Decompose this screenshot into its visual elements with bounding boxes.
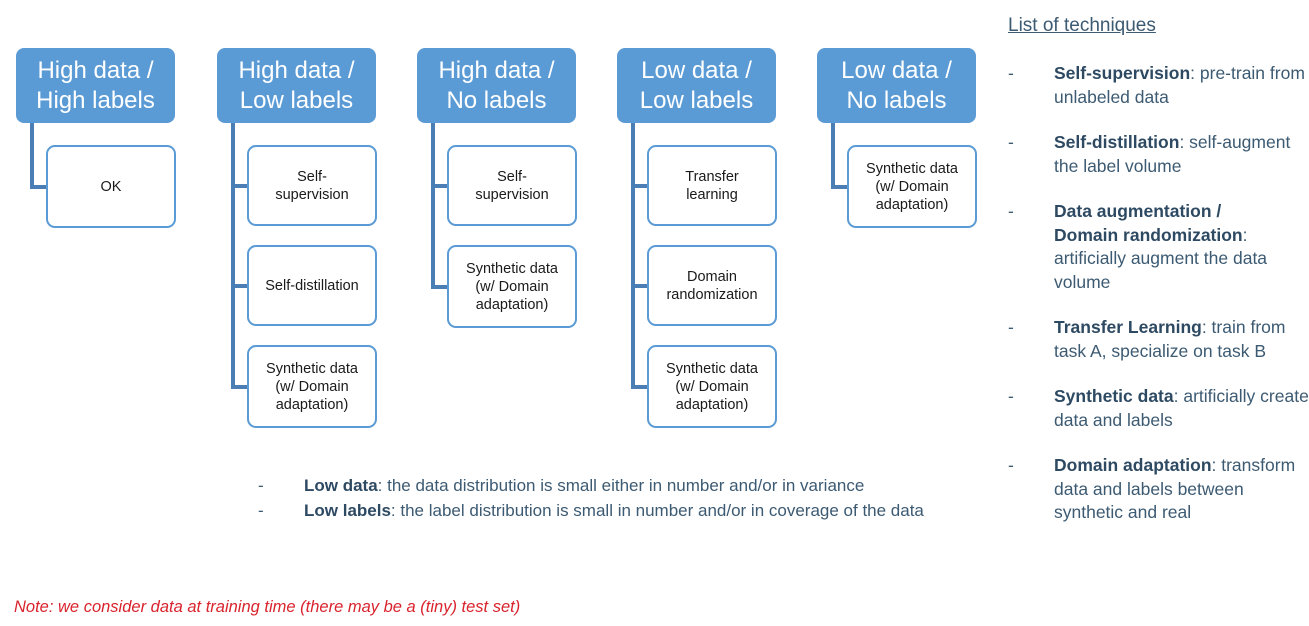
column-header-box[interactable]: High data / No labels: [417, 48, 576, 123]
connector-trunk: [231, 123, 235, 389]
technique-text: Self-distillation: self-augment the labe…: [1054, 131, 1309, 178]
technique-box[interactable]: Synthetic data (w/ Domain adaptation): [847, 145, 977, 228]
technique-text: Synthetic data: artificially create data…: [1054, 385, 1309, 432]
diagram-column: Low data / Low labels Transfer learning Do…: [601, 0, 801, 460]
connector-trunk: [431, 123, 435, 289]
technique-box[interactable]: Transfer learning: [647, 145, 777, 226]
definition-description: : the data distribution is small either …: [377, 476, 865, 495]
technique-box[interactable]: Self- supervision: [247, 145, 377, 226]
definition-text: Low labels: the label distribution is sm…: [304, 499, 958, 523]
technique-matrix-diagram: High data / High labels OK High data / Low…: [0, 0, 1000, 626]
definition-item: - Low data: the data distribution is smal…: [258, 474, 958, 498]
technique-box[interactable]: Synthetic data (w/ Domain adaptation): [247, 345, 377, 428]
diagram-column: High data / Low labels Self- supervision S…: [201, 0, 401, 460]
definition-item: - Low labels: the label distribution is s…: [258, 499, 958, 523]
definition-dash: -: [258, 476, 264, 495]
technique-term: Self-distillation: [1054, 132, 1180, 152]
connector-trunk: [30, 123, 34, 189]
diagram-column: High data / High labels OK: [0, 0, 200, 460]
technique-item: - Domain adaptation: transform data and l…: [1008, 454, 1309, 525]
technique-item: - Synthetic data: artificially create dat…: [1008, 385, 1309, 432]
technique-dash: -: [1008, 132, 1014, 152]
connector-trunk: [631, 123, 635, 389]
technique-text: Data augmentation / Domain randomization…: [1054, 200, 1309, 294]
column-header-box[interactable]: High data / High labels: [16, 48, 175, 123]
technique-term: Data augmentation / Domain randomization: [1054, 201, 1243, 245]
definition-description: : the label distribution is small in num…: [390, 500, 924, 520]
technique-item: - Data augmentation / Domain randomizatio…: [1008, 200, 1309, 294]
technique-dash: -: [1008, 317, 1014, 337]
technique-box[interactable]: OK: [46, 145, 176, 228]
technique-term: Synthetic data: [1054, 386, 1174, 406]
definition-term: Low labels: [304, 500, 391, 520]
column-header-box[interactable]: Low data / No labels: [817, 48, 976, 123]
diagram-column: Low data / No labels Synthetic data (w/ D…: [801, 0, 1001, 460]
techniques-list: - Self-supervision: pre-train from unlabe…: [1008, 62, 1309, 525]
technique-item: - Self-supervision: pre-train from unlabe…: [1008, 62, 1309, 109]
technique-item: - Transfer Learning: train from task A, s…: [1008, 316, 1309, 363]
technique-dash: -: [1008, 63, 1014, 83]
techniques-panel-title: List of techniques: [1008, 15, 1156, 36]
technique-dash: -: [1008, 201, 1014, 221]
diagram-column: High data / No labels Self- supervision Sy…: [401, 0, 601, 460]
technique-text: Transfer Learning: train from task A, sp…: [1054, 316, 1309, 363]
technique-text: Domain adaptation: transform data and la…: [1054, 454, 1309, 525]
technique-box[interactable]: Self-distillation: [247, 245, 377, 326]
technique-text: Self-supervision: pre-train from unlabel…: [1054, 62, 1309, 109]
technique-box[interactable]: Synthetic data (w/ Domain adaptation): [447, 245, 577, 328]
technique-term: Self-supervision: [1054, 63, 1191, 83]
connector-trunk: [831, 123, 835, 189]
definitions-block: - Low data: the data distribution is smal…: [258, 474, 958, 523]
column-header-box[interactable]: High data / Low labels: [217, 48, 376, 123]
technique-box[interactable]: Synthetic data (w/ Domain adaptation): [647, 345, 777, 428]
technique-dash: -: [1008, 455, 1014, 475]
definition-dash: -: [258, 500, 264, 520]
technique-item: - Self-distillation: self-augment the lab…: [1008, 131, 1309, 178]
technique-box[interactable]: Self- supervision: [447, 145, 577, 226]
technique-box[interactable]: Domain randomization: [647, 245, 777, 326]
technique-term: Domain adaptation: [1054, 455, 1212, 475]
techniques-panel: List of techniques - Self-supervision: pr…: [1008, 14, 1309, 547]
definition-text: Low data: the data distribution is small…: [304, 474, 958, 498]
technique-dash: -: [1008, 386, 1014, 406]
technique-term: Transfer Learning: [1054, 317, 1202, 337]
definition-term: Low data: [304, 476, 378, 495]
footer-note: Note: we consider data at training time …: [14, 598, 521, 616]
column-header-box[interactable]: Low data / Low labels: [617, 48, 776, 123]
